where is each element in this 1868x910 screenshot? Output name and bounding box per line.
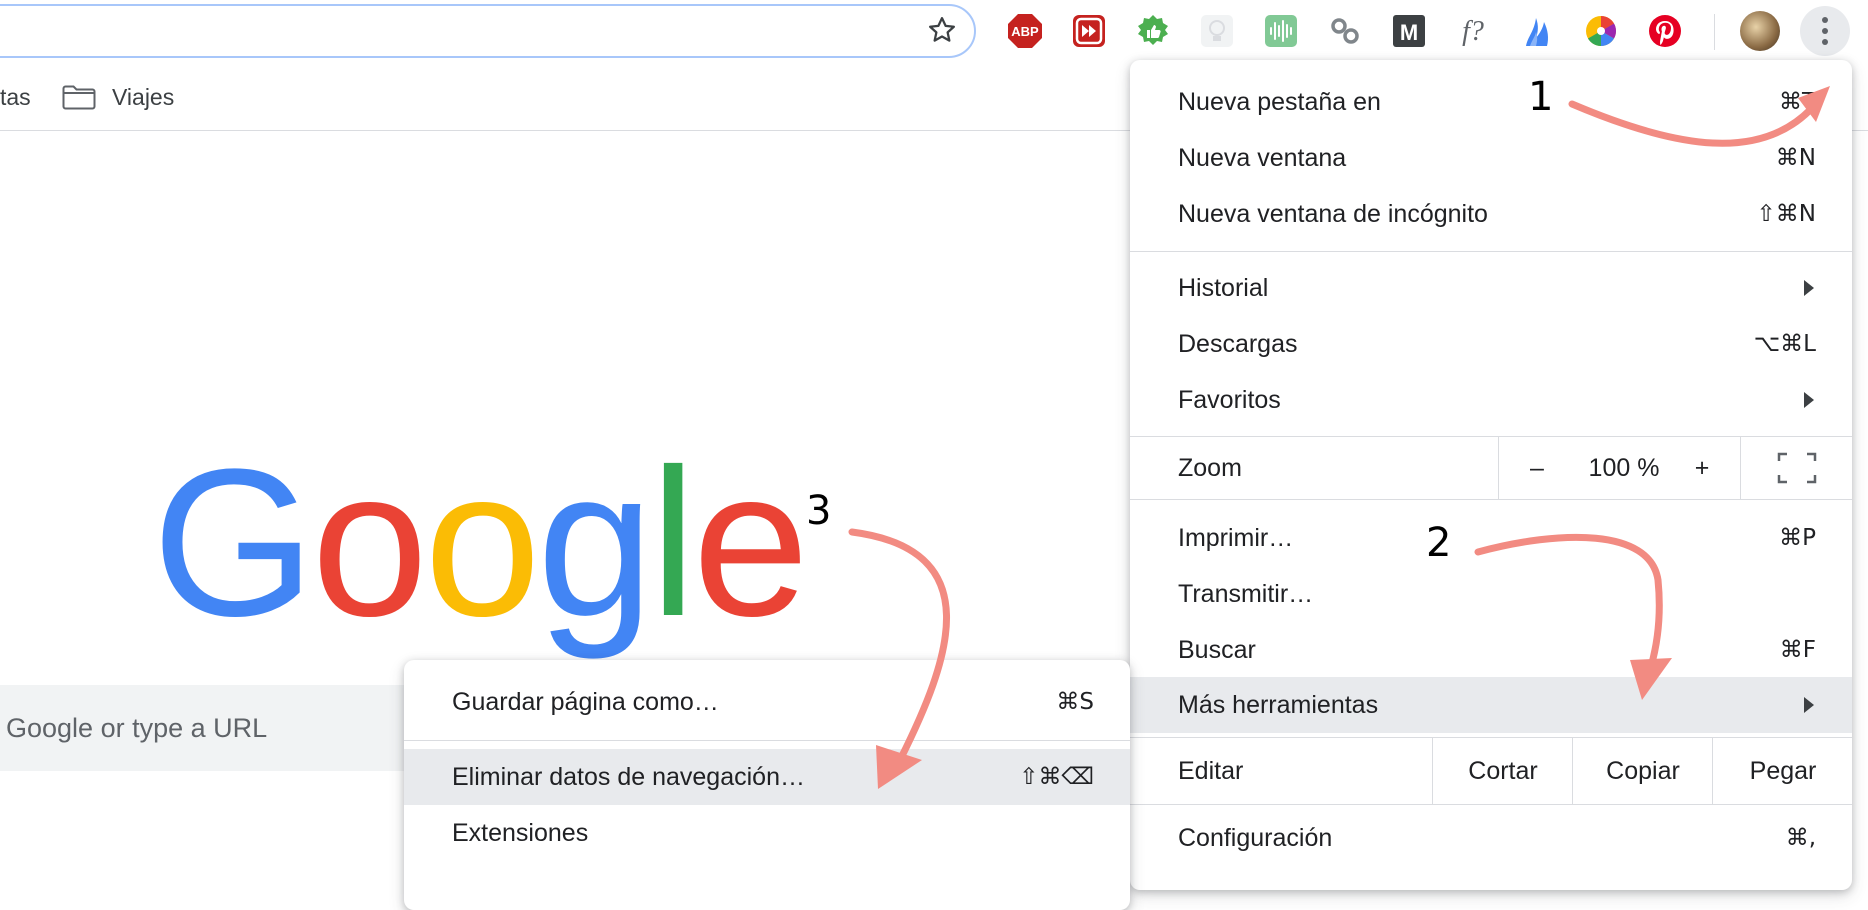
annotation-step-3: 3: [806, 488, 832, 534]
annotation-step-1: 1: [1528, 74, 1554, 120]
annotation-arrows: [848, 86, 1830, 789]
arrow-step-3: [848, 528, 950, 764]
arrow-step-2: [1474, 533, 1663, 674]
annotation-step-2: 2: [1426, 520, 1452, 566]
arrowhead-step-2: [1630, 658, 1672, 700]
arrow-step-1: [1568, 100, 1814, 147]
arrowhead-step-3: [876, 745, 922, 789]
